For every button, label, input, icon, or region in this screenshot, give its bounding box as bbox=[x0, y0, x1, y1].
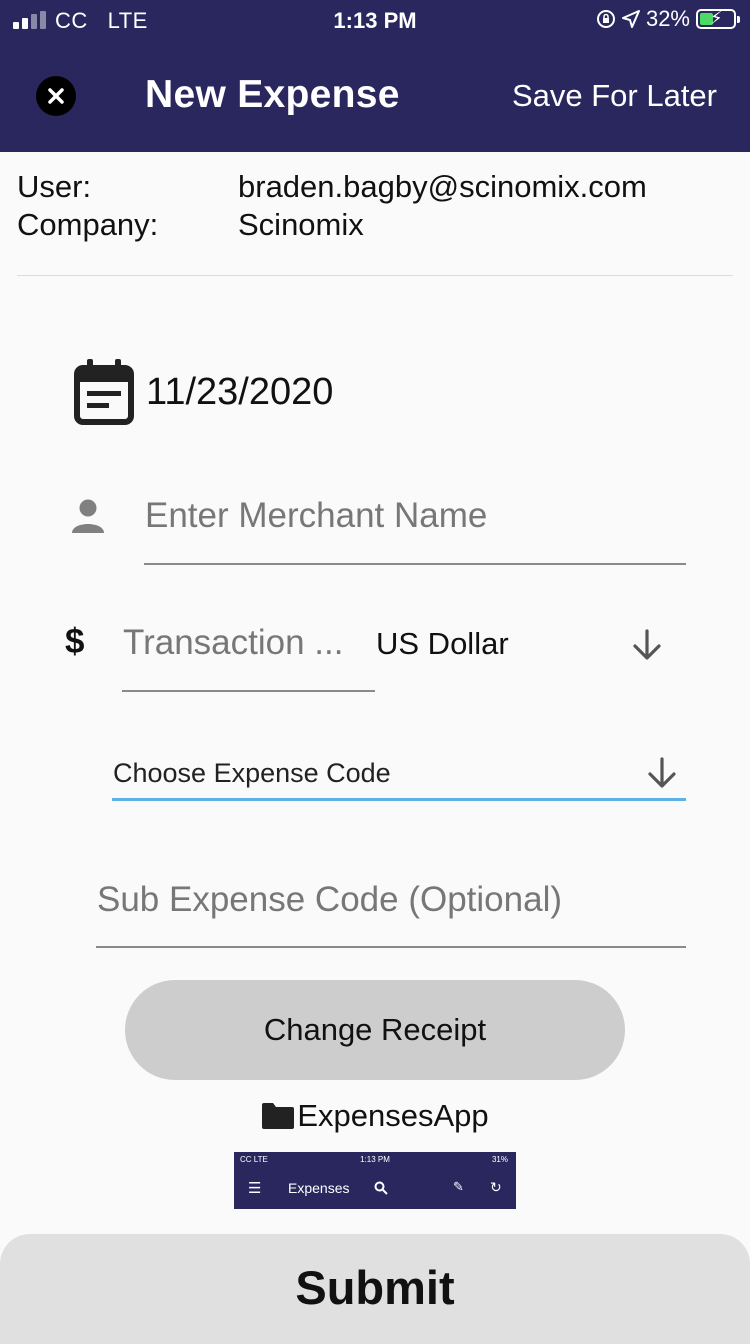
folder-icon bbox=[262, 1103, 295, 1129]
thumbnail-time: 1:13 PM bbox=[360, 1155, 390, 1164]
battery-charging-icon: ⚡ bbox=[696, 8, 740, 29]
thumbnail-status-bar: CC LTE 1:13 PM 31% bbox=[234, 1153, 516, 1167]
sub-expense-code-input[interactable]: Sub Expense Code (Optional) bbox=[97, 880, 562, 920]
expense-code-underline bbox=[112, 798, 686, 801]
merchant-name-input[interactable]: Enter Merchant Name bbox=[145, 496, 487, 536]
close-icon bbox=[48, 88, 64, 104]
save-for-later-button[interactable]: Save For Later bbox=[512, 78, 717, 114]
location-arrow-icon bbox=[621, 10, 640, 28]
date-value: 11/23/2020 bbox=[146, 370, 334, 413]
transaction-amount-input[interactable]: Transaction ... bbox=[123, 623, 368, 663]
app-header: CC LTE 1:13 PM 32% ⚡ New Expense Save Fo… bbox=[0, 0, 750, 152]
folder-name: ExpensesApp bbox=[297, 1098, 489, 1133]
divider bbox=[17, 275, 733, 276]
thumbnail-title: Expenses bbox=[288, 1180, 350, 1196]
sub-expense-underline bbox=[96, 946, 686, 948]
currency-dropdown-arrow-icon[interactable] bbox=[630, 628, 664, 662]
user-row: User: braden.bagby@scinomix.com bbox=[17, 168, 647, 206]
thumbnail-search-icon bbox=[374, 1181, 388, 1195]
battery-percent: 32% bbox=[645, 6, 690, 31]
thumbnail-refresh-icon: ↻ bbox=[490, 1179, 502, 1195]
receipt-folder: ExpensesApp bbox=[0, 1098, 750, 1134]
user-value: braden.bagby@scinomix.com bbox=[238, 169, 647, 204]
receipt-thumbnail[interactable]: CC LTE 1:13 PM 31% ☰ Expenses ✎ ↻ bbox=[234, 1152, 516, 1209]
company-label: Company: bbox=[17, 207, 159, 242]
submit-button[interactable]: Submit bbox=[0, 1234, 750, 1344]
company-value: Scinomix bbox=[238, 207, 364, 242]
expense-code-dropdown-arrow-icon[interactable] bbox=[645, 756, 679, 790]
dollar-icon: $ bbox=[65, 622, 85, 661]
orientation-lock-icon bbox=[596, 10, 615, 28]
page-title: New Expense bbox=[145, 73, 400, 116]
merchant-underline bbox=[144, 563, 686, 565]
calendar-icon bbox=[74, 359, 134, 425]
thumbnail-edit-icon: ✎ bbox=[453, 1179, 464, 1194]
person-icon bbox=[72, 499, 104, 533]
date-picker[interactable]: 11/23/2020 bbox=[74, 358, 333, 426]
account-info: User: braden.bagby@scinomix.com Company:… bbox=[17, 168, 647, 244]
change-receipt-button[interactable]: Change Receipt bbox=[125, 980, 625, 1080]
user-label: User: bbox=[17, 169, 92, 204]
currency-select[interactable]: US Dollar bbox=[376, 626, 509, 662]
amount-underline bbox=[122, 690, 375, 692]
status-bar: CC LTE 1:13 PM 32% ⚡ bbox=[0, 0, 750, 40]
thumbnail-menu-icon: ☰ bbox=[248, 1180, 262, 1197]
status-right-group: 32% ⚡ bbox=[596, 6, 740, 32]
close-button[interactable] bbox=[36, 76, 76, 116]
thumbnail-battery: 31% bbox=[491, 1155, 508, 1164]
expense-code-select[interactable]: Choose Expense Code bbox=[113, 758, 391, 789]
company-row: Company: Scinomix bbox=[17, 206, 647, 244]
